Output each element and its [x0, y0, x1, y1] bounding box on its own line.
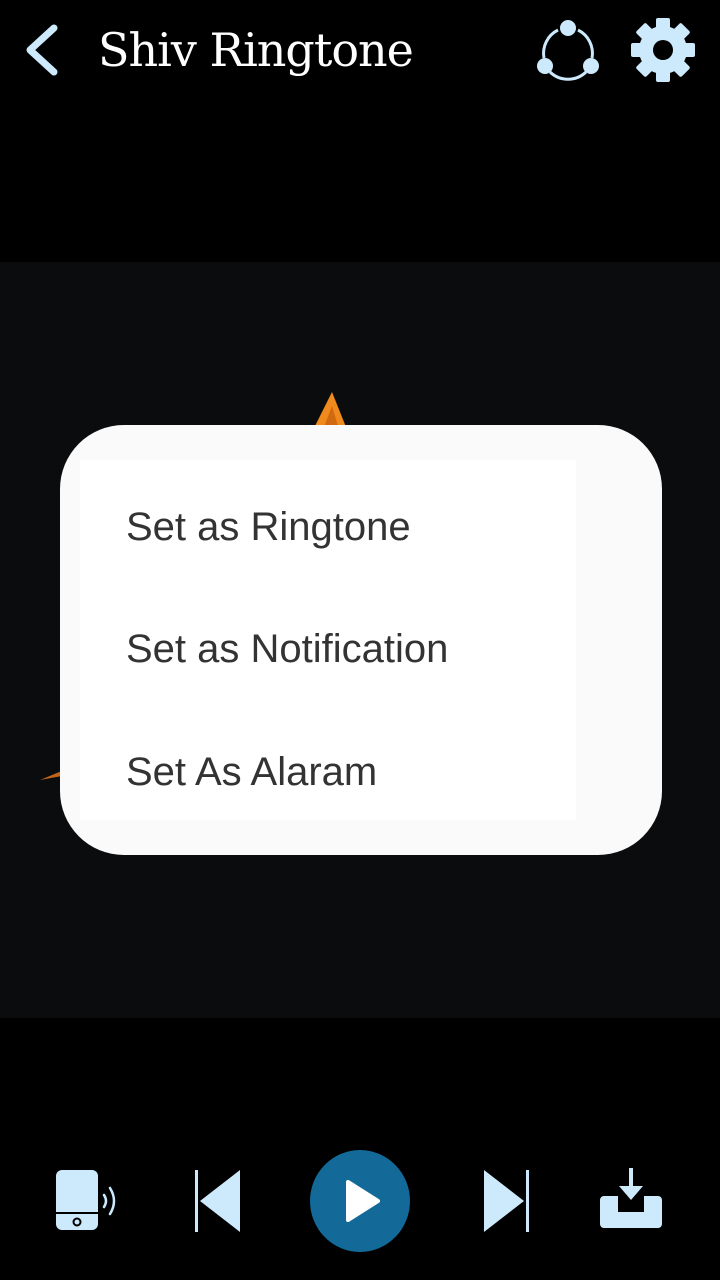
chevron-left-icon: [26, 24, 58, 76]
download-button[interactable]: [596, 1166, 666, 1232]
gear-icon: [631, 18, 695, 82]
play-icon: [346, 1180, 380, 1222]
menu-item-set-notification[interactable]: Set as Notification: [126, 624, 448, 674]
menu-item-set-alarm[interactable]: Set As Alaram: [126, 747, 377, 797]
next-button[interactable]: [478, 1168, 534, 1234]
play-button[interactable]: [310, 1150, 410, 1252]
previous-button[interactable]: [190, 1168, 246, 1234]
phone-ringing-icon: [56, 1170, 116, 1230]
settings-button[interactable]: [630, 16, 696, 84]
back-button[interactable]: [18, 22, 68, 78]
skip-previous-icon: [195, 1170, 240, 1232]
share-icon: [537, 20, 599, 81]
page-title: Shiv Ringtone: [98, 23, 414, 77]
skip-next-icon: [484, 1170, 529, 1232]
set-ringtone-button[interactable]: [54, 1168, 122, 1234]
share-button[interactable]: [534, 16, 602, 84]
menu-item-set-ringtone[interactable]: Set as Ringtone: [126, 502, 411, 552]
app-header: Shiv Ringtone: [0, 0, 720, 100]
download-icon: [600, 1168, 662, 1228]
